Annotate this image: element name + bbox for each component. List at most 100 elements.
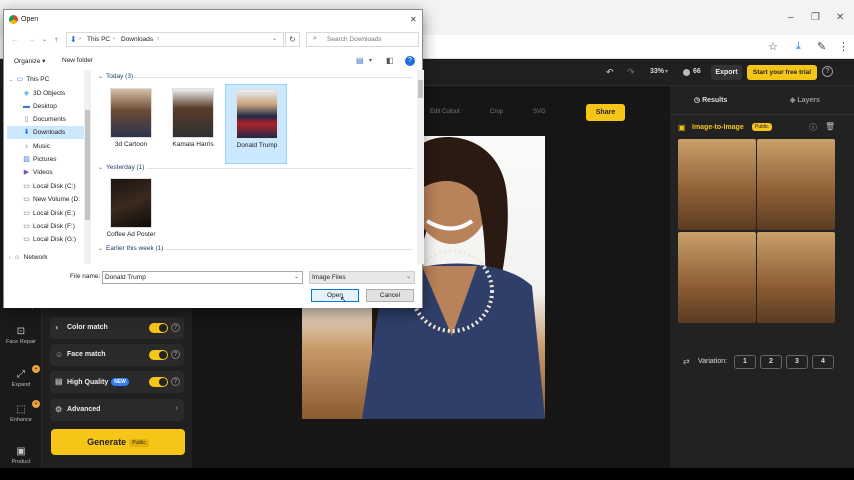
file-item-3d-cartoon[interactable]: 3d Cartoon	[100, 84, 162, 164]
disk-icon: ▭	[23, 210, 30, 217]
share-button[interactable]: Share	[586, 104, 625, 121]
variation-4-button[interactable]: 4	[812, 355, 834, 369]
undo-icon[interactable]: ↶	[606, 67, 614, 78]
chevron-down-icon[interactable]: ▾	[665, 68, 668, 75]
result-thumbnail[interactable]	[757, 232, 835, 323]
dialog-close-button[interactable]: ✕	[410, 15, 417, 24]
advanced-row[interactable]: ⚙ Advanced ›	[50, 399, 184, 421]
variation-2-button[interactable]: 2	[760, 355, 782, 369]
edit-cutout-tool[interactable]: Edit Cutout	[430, 109, 460, 115]
tree-item-documents[interactable]: ▯ Documents	[7, 113, 89, 126]
public-badge: Public	[129, 438, 149, 447]
group-header-today[interactable]: ⌄ Today (3)	[98, 73, 133, 80]
result-thumbnail[interactable]	[678, 232, 756, 323]
address-bar[interactable]: ⬇ › This PC › Downloads › ⌄	[66, 32, 284, 47]
help-icon[interactable]: ?	[171, 323, 180, 332]
high-quality-label: High Quality	[67, 378, 109, 386]
sidebar-item-enhance[interactable]: + ⬚ Enhance	[0, 400, 42, 423]
organize-menu[interactable]: Organize ▾	[14, 57, 45, 65]
dialog-footer: File name: Donald Trump ⌄ Image Files ⌄ …	[4, 266, 422, 308]
sidebar-item-face-repair[interactable]: ⊡ Face Repair	[0, 326, 42, 345]
result-thumbnail[interactable]	[678, 139, 756, 230]
tree-item-disk-f[interactable]: ▭ Local Disk (F:)	[7, 220, 89, 233]
tree-scrollbar[interactable]	[84, 70, 91, 264]
group-header-earlier[interactable]: ⌄ Earlier this week (1)	[98, 245, 163, 252]
pictures-icon: ▨	[23, 156, 30, 163]
preview-pane-icon[interactable]: ◧	[386, 56, 394, 65]
sidebar-item-product[interactable]: ▣ Product	[0, 446, 42, 465]
variation-3-button[interactable]: 3	[786, 355, 808, 369]
tree-item-disk-e[interactable]: ▭ Local Disk (E:)	[7, 207, 89, 220]
chevron-down-icon[interactable]: ⌄	[272, 35, 277, 42]
tree-item-music[interactable]: ♪ Music	[7, 140, 89, 153]
color-match-row: ◐ Color match ?	[50, 317, 184, 339]
file-item-kamala-harris[interactable]: Kamala Harris	[162, 84, 224, 164]
tab-results[interactable]: ◷ Results	[694, 96, 727, 104]
chrome-icon	[9, 15, 18, 24]
download-icon[interactable]: ⤓	[796, 40, 801, 53]
group-header-yesterday[interactable]: ⌄ Yesterday (1)	[98, 164, 144, 171]
minimize-button[interactable]: –	[788, 12, 794, 23]
extension-icon[interactable]: ✎	[817, 40, 826, 53]
help-icon[interactable]: ?	[405, 56, 415, 66]
forward-icon[interactable]: →	[28, 35, 36, 44]
new-folder-button[interactable]: New folder	[62, 57, 93, 64]
documents-icon: ▯	[24, 116, 29, 123]
disk-icon: ▭	[23, 223, 30, 230]
search-input[interactable]: ⌕ Search Downloads	[306, 32, 419, 47]
scrollbar-thumb[interactable]	[418, 80, 423, 98]
crop-tool[interactable]: Crop	[490, 109, 503, 115]
zoom-level[interactable]: 33%	[650, 68, 664, 75]
svg-tool[interactable]: SVG	[533, 109, 546, 115]
file-item-donald-trump[interactable]: Donald Trump	[225, 84, 287, 164]
info-icon[interactable]: ⓘ	[809, 122, 817, 133]
variation-1-button[interactable]: 1	[734, 355, 756, 369]
tree-item-desktop[interactable]: ▬ Desktop	[7, 100, 89, 113]
file-name-input[interactable]: Donald Trump ⌄	[102, 271, 303, 284]
tree-item-network[interactable]: › ⌂ Network	[7, 251, 89, 264]
file-item-coffee-ad-poster[interactable]: Coffee Ad Poster	[100, 174, 162, 254]
refresh-button[interactable]: ↻	[285, 32, 300, 47]
badge-icon: +	[32, 365, 40, 373]
generate-button[interactable]: Generate Public	[51, 429, 185, 455]
export-button[interactable]: Export	[711, 65, 742, 80]
result-thumbnail[interactable]	[757, 139, 835, 230]
trash-icon[interactable]: 🗑	[825, 122, 835, 131]
search-icon: ⌕	[313, 35, 317, 42]
help-icon[interactable]: ?	[171, 350, 180, 359]
tree-item-pictures[interactable]: ▨ Pictures	[7, 153, 89, 166]
scrollbar-thumb[interactable]	[85, 110, 90, 220]
open-button[interactable]: Open ↖	[311, 289, 359, 304]
cancel-button[interactable]: Cancel	[366, 289, 414, 302]
tree-item-this-pc[interactable]: ⌄ ▭ This PC	[7, 73, 89, 86]
tree-item-downloads[interactable]: ⬇ Downloads	[7, 126, 89, 139]
menu-icon[interactable]: ⋮	[838, 40, 849, 53]
color-match-toggle[interactable]	[149, 323, 168, 333]
breadcrumb-this-pc[interactable]: This PC	[87, 36, 110, 43]
sidebar-item-expand[interactable]: + ⤢ Expand	[0, 365, 42, 388]
maximize-button[interactable]: ❐	[811, 12, 820, 23]
star-icon[interactable]: ☆	[768, 40, 778, 53]
start-trial-button[interactable]: Start your free trial	[747, 65, 817, 80]
chevron-down-icon[interactable]: ⌄	[42, 36, 47, 43]
face-match-toggle[interactable]	[149, 350, 168, 360]
help-icon[interactable]: ?	[822, 66, 833, 77]
redo-icon[interactable]: ↷	[627, 67, 635, 78]
tree-item-videos[interactable]: ▶ Videos	[7, 166, 89, 179]
file-list-scrollbar[interactable]	[417, 70, 424, 264]
tree-item-3d-objects[interactable]: ◈ 3D Objects	[7, 87, 89, 100]
high-quality-toggle[interactable]	[149, 377, 168, 387]
help-icon[interactable]: ?	[171, 377, 180, 386]
breadcrumb-downloads[interactable]: Downloads	[121, 36, 153, 43]
close-window-button[interactable]: ✕	[836, 12, 844, 23]
tree-item-disk-c[interactable]: ▭ Local Disk (C:)	[7, 180, 89, 193]
tree-item-disk-g[interactable]: ▭ Local Disk (G:)	[7, 233, 89, 246]
chevron-down-icon[interactable]: ▾	[369, 57, 372, 64]
chevron-down-icon[interactable]: ⌄	[294, 272, 299, 283]
tree-item-disk-d[interactable]: ▭ New Volume (D:	[7, 193, 89, 206]
view-icon[interactable]: ▤	[356, 56, 364, 65]
tab-layers[interactable]: ◈ Layers	[790, 96, 820, 104]
back-icon[interactable]: ←	[11, 35, 19, 44]
file-type-select[interactable]: Image Files ⌄	[309, 271, 415, 284]
up-icon[interactable]: ↑	[54, 35, 58, 44]
